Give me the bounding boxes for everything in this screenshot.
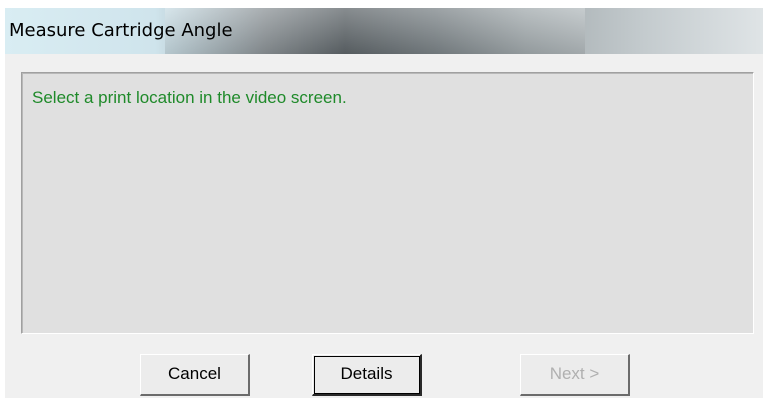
measure-cartridge-angle-dialog: Measure Cartridge Angle Select a print l… — [5, 8, 763, 398]
message-panel: Select a print location in the video scr… — [21, 72, 754, 334]
details-button[interactable]: Details — [312, 354, 422, 396]
message-panel-inner: Select a print location in the video scr… — [22, 73, 753, 333]
window-title: Measure Cartridge Angle — [9, 20, 233, 41]
next-button: Next > — [520, 354, 630, 396]
title-bar[interactable]: Measure Cartridge Angle — [5, 8, 763, 54]
cancel-button[interactable]: Cancel — [140, 354, 250, 396]
instruction-message: Select a print location in the video scr… — [32, 88, 347, 107]
